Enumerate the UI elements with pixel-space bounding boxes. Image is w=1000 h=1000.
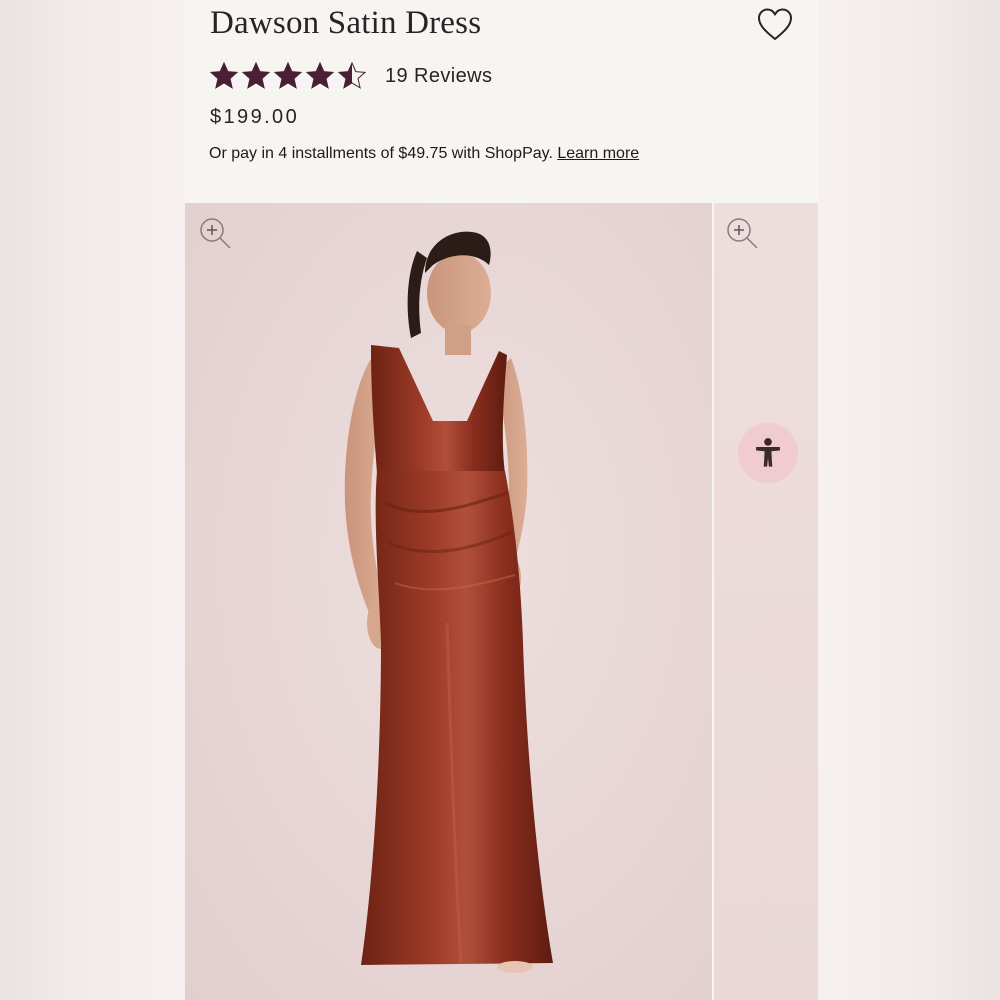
- product-image-next[interactable]: [714, 203, 818, 1000]
- model-photo: [344, 231, 553, 973]
- wishlist-button[interactable]: [756, 6, 794, 44]
- product-image-main[interactable]: [185, 203, 712, 1000]
- accessibility-button[interactable]: [738, 423, 798, 483]
- zoom-button[interactable]: [197, 215, 233, 251]
- product-page: Dawson Satin Dress 19 Reviews $199.00 Or…: [185, 0, 818, 1000]
- installments-text: Or pay in 4 installments of $49.75 with …: [209, 145, 553, 162]
- zoom-plus-icon: [727, 218, 758, 249]
- product-title: Dawson Satin Dress: [210, 5, 482, 41]
- zoom-plus-icon: [200, 218, 231, 249]
- heart-outline-icon: [758, 8, 792, 40]
- accessibility-person-icon: [756, 438, 780, 467]
- product-gallery[interactable]: [185, 203, 818, 1000]
- rating-row[interactable]: 19 Reviews: [209, 60, 492, 92]
- product-price: $199.00: [210, 106, 300, 128]
- installments-info: Or pay in 4 installments of $49.75 with …: [209, 145, 639, 163]
- star-rating: [209, 61, 369, 91]
- star-icon: [337, 61, 367, 89]
- learn-more-link[interactable]: Learn more: [557, 145, 639, 162]
- star-icon: [273, 61, 303, 89]
- zoom-button[interactable]: [724, 215, 760, 251]
- product-header: Dawson Satin Dress 19 Reviews $199.00 Or…: [185, 0, 818, 202]
- star-icon: [241, 61, 271, 89]
- reviews-link[interactable]: 19 Reviews: [385, 65, 492, 88]
- star-icon: [305, 61, 335, 89]
- star-icon: [209, 61, 239, 89]
